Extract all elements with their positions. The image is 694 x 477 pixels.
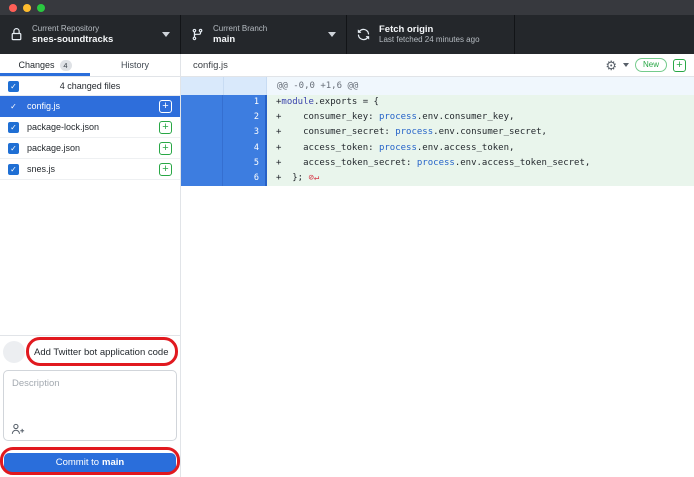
file-row-package.json[interactable]: ✓ package.json + xyxy=(0,138,180,159)
commit-description-input[interactable] xyxy=(4,371,176,423)
new-file-badge: New xyxy=(635,58,667,72)
diff-line-gutter[interactable]: 4 xyxy=(181,141,267,156)
file-name: package-lock.json xyxy=(27,122,151,132)
diff-line-6[interactable]: 6+ }; ⊘↵ xyxy=(181,171,694,186)
chevron-down-icon[interactable] xyxy=(623,63,629,67)
select-all-checkbox[interactable]: ✓ xyxy=(8,81,19,92)
added-file-icon: + xyxy=(159,163,172,176)
diff-line-number: 2 xyxy=(223,110,265,125)
current-branch-label: Current Branch xyxy=(213,24,267,34)
fetch-origin-status: Last fetched 24 minutes ago xyxy=(379,35,480,45)
added-file-icon: + xyxy=(159,100,172,113)
added-file-icon: + xyxy=(159,121,172,134)
hunk-header-text: @@ -0,0 +1,6 @@ xyxy=(267,77,694,95)
diff-line-gutter[interactable]: 3 xyxy=(181,125,267,140)
tab-and-diff-header-row: Changes 4 History config.js ⚙ New + xyxy=(0,54,694,77)
tab-changes-label: Changes xyxy=(18,60,54,70)
close-window-button[interactable] xyxy=(9,4,17,12)
expand-diff-button[interactable]: + xyxy=(673,59,686,72)
file-name: snes.js xyxy=(27,164,151,174)
fetch-origin-label: Fetch origin xyxy=(379,24,480,36)
diff-line-3[interactable]: 3+ consumer_secret: process.env.consumer… xyxy=(181,125,694,140)
diff-line-gutter[interactable]: 2 xyxy=(181,110,267,125)
file-list: ✓ config.js + ✓ package-lock.json + ✓ package.j… xyxy=(0,96,180,180)
file-row-package-lock.json[interactable]: ✓ package-lock.json + xyxy=(0,117,180,138)
gear-icon[interactable]: ⚙ xyxy=(605,59,617,72)
include-file-checkbox[interactable]: ✓ xyxy=(8,164,19,175)
commit-summary-input[interactable] xyxy=(30,342,175,363)
include-file-checkbox[interactable]: ✓ xyxy=(8,101,19,112)
diff-line-1[interactable]: 1+module.exports = { xyxy=(181,95,694,110)
commit-button-branch: main xyxy=(102,457,124,468)
diff-file-name: config.js xyxy=(193,60,228,71)
lock-icon xyxy=(10,28,23,41)
diff-line-code: +module.exports = { xyxy=(267,95,694,110)
current-branch-button[interactable]: Current Branch main xyxy=(181,15,347,54)
include-file-checkbox[interactable]: ✓ xyxy=(8,143,19,154)
current-repository-label: Current Repository xyxy=(32,24,113,34)
commit-button-text: Commit to xyxy=(56,457,99,468)
diff-line-gutter[interactable]: 5 xyxy=(181,156,267,171)
commit-description-box xyxy=(3,370,177,441)
toolbar: Current Repository snes-soundtracks Curr… xyxy=(0,15,694,54)
diff-line-2[interactable]: 2+ consumer_key: process.env.consumer_ke… xyxy=(181,110,694,125)
fetch-origin-button[interactable]: Fetch origin Last fetched 24 minutes ago xyxy=(347,15,515,54)
diff-line-code: + access_token: process.env.access_token… xyxy=(267,141,694,156)
diff-line-code: + }; ⊘↵ xyxy=(267,171,694,186)
diff-line-5[interactable]: 5+ access_token_secret: process.env.acce… xyxy=(181,156,694,171)
added-file-icon: + xyxy=(159,142,172,155)
diff-line-number: 4 xyxy=(223,141,265,156)
tab-history[interactable]: History xyxy=(90,54,180,76)
diff-line-code: + consumer_secret: process.env.consumer_… xyxy=(267,125,694,140)
commit-button[interactable]: Commit to main xyxy=(4,453,176,472)
toolbar-empty-area xyxy=(515,15,694,54)
app-window: Current Repository snes-soundtracks Curr… xyxy=(0,0,694,477)
diff-line-number: 3 xyxy=(223,125,265,140)
changed-files-header: ✓ 4 changed files xyxy=(0,77,180,96)
tab-history-label: History xyxy=(121,60,149,70)
diff-line-code: + access_token_secret: process.env.acces… xyxy=(267,156,694,171)
diff-line-number: 6 xyxy=(223,171,265,186)
sidebar-tabs: Changes 4 History xyxy=(0,54,181,76)
current-branch-name: main xyxy=(213,34,267,46)
current-repository-name: snes-soundtracks xyxy=(32,34,113,46)
file-name: config.js xyxy=(27,101,151,111)
minimize-window-button[interactable] xyxy=(23,4,31,12)
diff-line-code: + consumer_key: process.env.consumer_key… xyxy=(267,110,694,125)
chevron-down-icon xyxy=(162,32,170,37)
diff-lines: 1+module.exports = {2+ consumer_key: pro… xyxy=(181,95,694,186)
diff-line-number: 5 xyxy=(223,156,265,171)
current-repository-button[interactable]: Current Repository snes-soundtracks xyxy=(0,15,181,54)
include-file-checkbox[interactable]: ✓ xyxy=(8,122,19,133)
file-row-config.js[interactable]: ✓ config.js + xyxy=(0,96,180,117)
diff-line-gutter[interactable]: 6 xyxy=(181,171,267,186)
diff-line-gutter[interactable]: 1 xyxy=(181,95,267,110)
commit-form: Commit to main xyxy=(0,335,180,477)
diff-panel: @@ -0,0 +1,6 @@ 1+module.exports = {2+ c… xyxy=(181,77,694,477)
diff-line-4[interactable]: 4+ access_token: process.env.access_toke… xyxy=(181,141,694,156)
chevron-down-icon xyxy=(328,32,336,37)
sync-icon xyxy=(357,28,370,41)
changed-files-count: 4 changed files xyxy=(60,81,121,91)
hunk-header-row: @@ -0,0 +1,6 @@ xyxy=(181,77,694,95)
file-row-snes.js[interactable]: ✓ snes.js + xyxy=(0,159,180,180)
diff-line-number: 1 xyxy=(223,95,265,110)
zoom-window-button[interactable] xyxy=(37,4,45,12)
tab-changes[interactable]: Changes 4 xyxy=(0,54,90,76)
file-name: package.json xyxy=(27,143,151,153)
add-coauthor-icon[interactable] xyxy=(11,423,25,435)
diff-header: config.js ⚙ New + xyxy=(181,54,694,76)
git-branch-icon xyxy=(191,28,204,41)
changes-count-badge: 4 xyxy=(60,60,72,71)
avatar xyxy=(3,341,25,363)
titlebar xyxy=(0,0,694,15)
